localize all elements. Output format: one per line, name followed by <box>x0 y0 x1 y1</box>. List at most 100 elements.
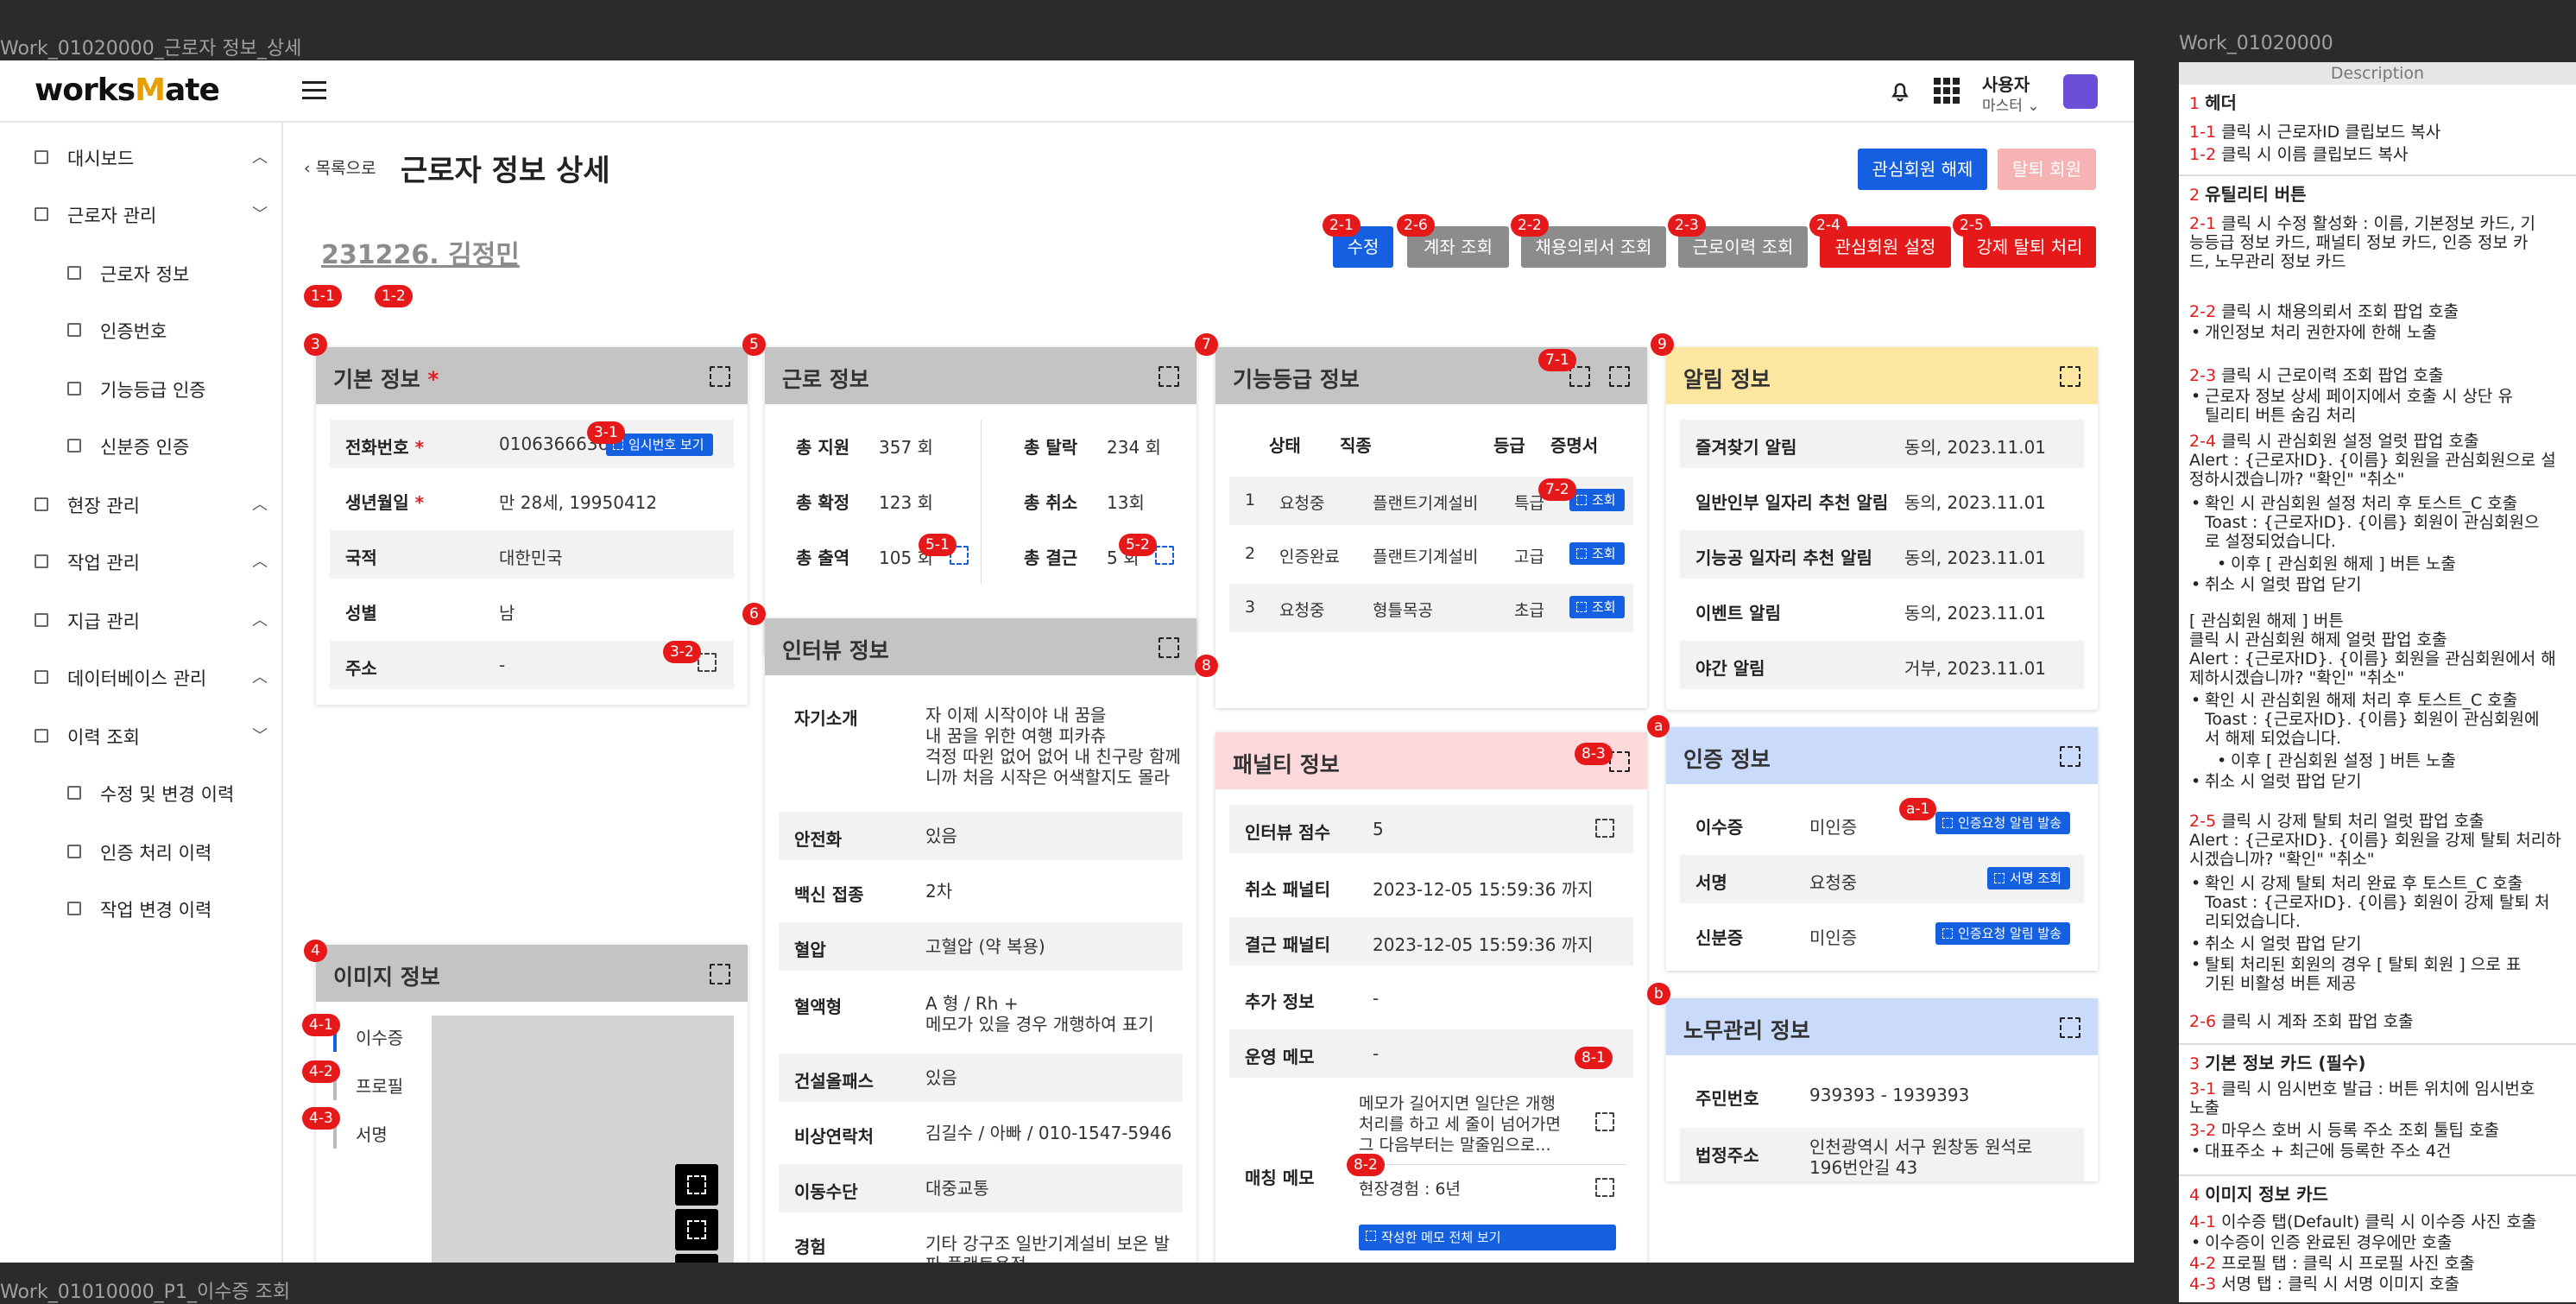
chevron-up-icon[interactable]: ︿ <box>252 549 268 572</box>
image-tab[interactable]: 서명 <box>356 1121 388 1146</box>
description-line: 1-1 클릭 시 근로자ID 클립보드 복사 <box>2189 123 2441 142</box>
row-label: 주소 <box>345 658 377 679</box>
memo-edit-icon[interactable] <box>1595 1112 1614 1131</box>
calendar-icon[interactable] <box>1155 546 1174 565</box>
row-label: 결근 패널티 <box>1245 934 1330 955</box>
sidebar-item[interactable]: 지급 관리 ︿ <box>35 608 268 639</box>
memo-edit-icon[interactable] <box>1595 1178 1614 1197</box>
back-link[interactable]: ‹ 목록으로 <box>304 155 376 179</box>
sidebar-item[interactable]: 작업 변경 이력 <box>67 896 300 927</box>
page-icon <box>67 845 81 858</box>
row-value: 만 28세, 19950412 <box>499 492 658 513</box>
sidebar-item-label: 작업 관리 <box>67 553 140 573</box>
annotation-badge: 7-2 <box>1538 478 1576 501</box>
annotation-badge: 7-1 <box>1538 349 1576 371</box>
sidebar-item-label: 인증번호 <box>100 321 167 342</box>
sidebar-item[interactable]: 수정 및 변경 이력 <box>67 781 300 812</box>
description-divider <box>2179 1043 2576 1045</box>
apps-grid-icon[interactable] <box>1934 78 1960 104</box>
sidebar-item[interactable]: 근로자 정보 <box>67 261 300 292</box>
row-label: 백신 접종 <box>794 884 864 905</box>
chevron-up-icon[interactable]: ︿ <box>252 145 268 168</box>
sidebar-item[interactable]: 현장 관리 ︿ <box>35 492 268 523</box>
row-value: 939393 - 1939393 <box>1809 1085 1970 1105</box>
expand-icon[interactable] <box>1609 366 1630 387</box>
chevron-up-icon[interactable]: ︿ <box>252 665 268 687</box>
sidebar-item[interactable]: 대시보드 ︿ <box>35 145 268 176</box>
certificate-view-button[interactable]: 조회 <box>1569 596 1625 618</box>
unfavorite-button[interactable]: 관심회원 해제 <box>1858 149 1987 190</box>
chevron-down-icon[interactable]: ﹀ <box>252 202 268 225</box>
sidebar-item[interactable]: 근로자 관리 ﹀ <box>35 202 268 233</box>
description-line: 2-3 클릭 시 근로이력 조회 팝업 호출 <box>2189 366 2444 385</box>
signature-view-button[interactable]: 서명 조회 <box>1987 867 2070 889</box>
image-action-icon[interactable] <box>675 1209 718 1250</box>
image-info-card: 이미지 정보 이수증 프로필 서명 <box>316 945 748 1263</box>
sidebar-item[interactable]: 신분증 인증 <box>67 434 300 465</box>
description-line: 근로자 정보 상세 페이지에서 호출 시 상단 유 틸리티 버튼 숨김 처리 <box>2189 387 2569 425</box>
table-cell: 플랜트기계설비 <box>1373 494 1479 513</box>
description-header: Description <box>2179 62 2576 85</box>
image-action-icon[interactable] <box>675 1254 718 1263</box>
info-row: 백신 접종 2차 <box>779 867 1183 915</box>
table-cell: 1 <box>1245 491 1256 510</box>
image-tab[interactable]: 이수증 <box>356 1024 403 1049</box>
row-value: 남 <box>499 603 515 624</box>
worker-id[interactable]: 231226 <box>321 240 429 270</box>
sidebar-item-label: 기능등급 인증 <box>100 380 206 401</box>
sidebar-item[interactable]: 기능등급 인증 <box>67 377 300 408</box>
cert-request-button[interactable]: 인증요청 알림 발송 <box>1935 812 2070 834</box>
user-role[interactable]: 마스터 ⌄ <box>1982 93 2040 115</box>
certificate-view-button[interactable]: 조회 <box>1569 542 1625 565</box>
expand-icon[interactable] <box>710 964 730 984</box>
table-cell: 고급 <box>1514 548 1544 567</box>
annotation-badge: 5-1 <box>919 534 957 556</box>
page-icon <box>35 150 48 164</box>
score-edit-icon[interactable] <box>1595 819 1614 838</box>
address-lookup-icon[interactable] <box>698 653 717 672</box>
sidebar-item[interactable]: 이력 조회 ﹀ <box>35 724 268 755</box>
cert-request-button[interactable]: 인증요청 알림 발송 <box>1935 922 2070 945</box>
info-row: 자기소개 자 이제 시작이야 내 꿈을 내 꿈을 위한 여행 피카츄 걱정 따윈 … <box>779 691 1183 803</box>
row-label: 이수증 <box>1695 817 1744 838</box>
worker-id-name[interactable]: 231226. 김정민 <box>321 233 520 271</box>
annotation-badge: a-1 <box>1899 798 1937 820</box>
annotation-badge: b <box>1647 983 1670 1005</box>
bell-icon[interactable] <box>1887 78 1913 104</box>
avatar[interactable] <box>2063 74 2098 109</box>
chevron-up-icon[interactable]: ︿ <box>252 608 268 630</box>
certificate-view-button[interactable]: 조회 <box>1569 489 1625 511</box>
image-tab[interactable]: 프로필 <box>356 1073 403 1098</box>
card-header: 근로 정보 <box>765 347 1196 404</box>
sidebar-item[interactable]: 인증번호 <box>67 318 300 349</box>
chevron-up-icon[interactable]: ︿ <box>252 492 268 515</box>
sidebar-item[interactable]: 데이터베이스 관리 ︿ <box>35 665 268 696</box>
worker-name[interactable]: 김정민 <box>448 240 520 270</box>
expand-icon[interactable] <box>1569 366 1590 387</box>
row-label: 자기소개 <box>794 708 858 729</box>
sidebar-item[interactable]: 작업 관리 ︿ <box>35 549 268 580</box>
card-header: 기본 정보 * <box>316 347 748 404</box>
row-label: 안전화 <box>794 829 843 850</box>
logo[interactable]: worksMate <box>35 73 220 108</box>
menu-icon[interactable] <box>302 81 326 100</box>
info-row: 인터뷰 점수 5 <box>1229 805 1633 853</box>
expand-icon[interactable] <box>1159 366 1179 387</box>
expand-icon[interactable] <box>2060 366 2080 387</box>
row-label: 성별 <box>345 603 377 624</box>
image-action-icon[interactable] <box>675 1164 718 1206</box>
expand-icon[interactable] <box>1159 637 1179 658</box>
row-label: 주민번호 <box>1695 1088 1759 1109</box>
description-line: 1 헤더 <box>2189 92 2237 113</box>
chevron-down-icon[interactable]: ﹀ <box>252 724 268 746</box>
expand-icon[interactable] <box>2060 746 2080 767</box>
sidebar-item[interactable]: 인증 처리 이력 <box>67 839 300 870</box>
sidebar-item-label: 데이터베이스 관리 <box>67 668 207 689</box>
row-label: 혈압 <box>794 940 826 960</box>
user-name[interactable]: 사용자 <box>1982 71 2030 96</box>
annotation-badge: 2-6 <box>1397 214 1435 237</box>
expand-icon[interactable] <box>2060 1017 2080 1038</box>
view-all-memo-button[interactable]: 작성한 메모 전체 보기 <box>1359 1225 1616 1250</box>
description-line: 취소 시 얼럿 팝업 닫기 <box>2189 772 2569 791</box>
expand-icon[interactable] <box>710 366 730 387</box>
